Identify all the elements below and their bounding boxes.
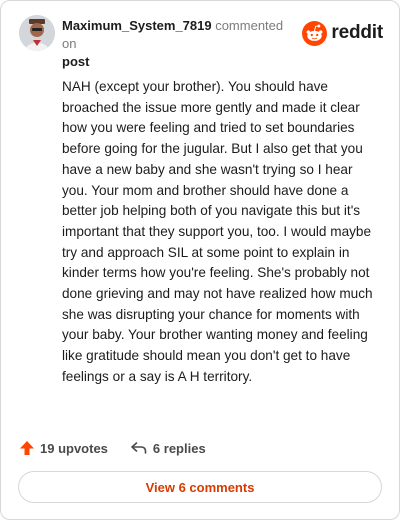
post-link[interactable]: post [62,54,89,69]
view-comments-button[interactable]: View 6 comments [18,471,382,503]
comment-meta: Maximum_System_7819 commented on post [62,17,292,71]
comment-body: NAH (except your brother). You should ha… [62,79,373,384]
comment-card: Maximum_System_7819 commented on post re… [0,0,400,520]
reply-arrow-icon [131,442,147,454]
comment-actions: 19 upvotes 6 replies [19,437,206,459]
user-avatar[interactable] [19,15,55,51]
reply-count: 6 replies [152,440,206,456]
reddit-wordmark: reddit [331,22,383,43]
reddit-snoo-icon [302,20,328,46]
reddit-logo[interactable]: reddit [302,18,383,48]
username-link[interactable]: Maximum_System_7819 [62,18,212,33]
upvote-count: 19 upvotes [40,440,108,456]
avatar-icon [19,15,55,51]
upvote-arrow-icon [20,441,34,455]
replies-button[interactable]: 6 replies [130,440,206,456]
comment-header: Maximum_System_7819 commented on post re… [19,13,383,69]
upvote-button[interactable]: 19 upvotes [19,440,108,456]
